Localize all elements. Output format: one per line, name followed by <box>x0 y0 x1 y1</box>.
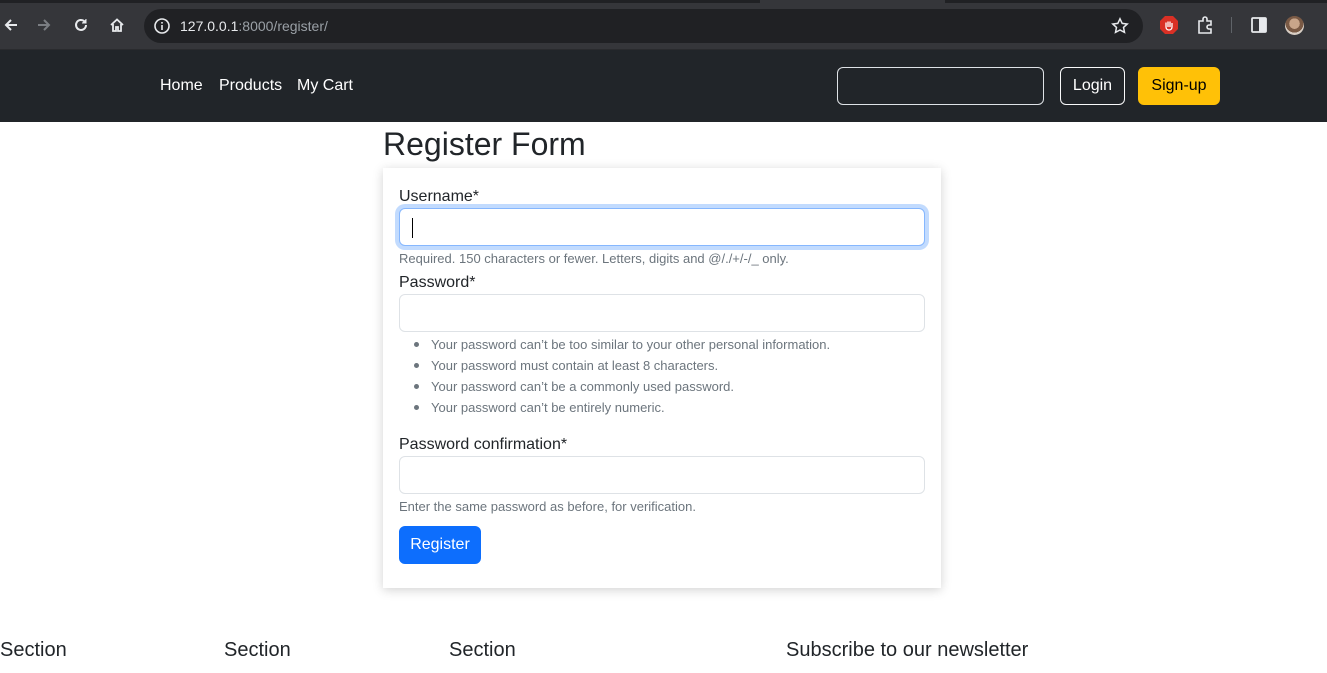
page-title: Register Form <box>383 126 586 162</box>
password-confirmation-input[interactable] <box>399 456 925 494</box>
side-panel-icon[interactable] <box>1249 15 1269 35</box>
site-navbar: Home Products My Cart Login Sign-up <box>0 50 1327 122</box>
site-info-icon[interactable] <box>153 17 171 35</box>
tab-strip-edge <box>945 0 1327 3</box>
browser-toolbar: 127.0.0.1:8000/register/ <box>0 0 1327 50</box>
home-icon[interactable] <box>106 14 128 36</box>
password-input[interactable] <box>399 294 925 332</box>
bookmark-star-icon[interactable] <box>1111 17 1129 35</box>
password-rule: Your password must contain at least 8 ch… <box>413 355 830 376</box>
password-confirmation-label: Password confirmation* <box>399 436 568 453</box>
toolbar-divider <box>1231 17 1232 33</box>
username-input[interactable] <box>399 208 925 246</box>
extensions-puzzle-icon[interactable] <box>1196 15 1216 35</box>
footer-section-heading: Section <box>0 639 67 661</box>
forward-icon[interactable] <box>33 14 55 36</box>
login-button[interactable]: Login <box>1060 67 1125 105</box>
password-rule: Your password can’t be a commonly used p… <box>413 376 830 397</box>
nav-link-home[interactable]: Home <box>160 77 203 95</box>
url-path: :8000/register/ <box>238 18 328 34</box>
password-confirmation-help-text: Enter the same password as before, for v… <box>399 499 696 514</box>
text-caret <box>412 218 413 238</box>
url-text[interactable]: 127.0.0.1:8000/register/ <box>180 18 328 34</box>
nav-link-my-cart[interactable]: My Cart <box>297 77 353 95</box>
register-form-card: Username* Required. 150 characters or fe… <box>383 168 941 588</box>
stop-extension-icon[interactable] <box>1159 15 1179 35</box>
password-rules-list: Your password can’t be too similar to yo… <box>413 334 830 418</box>
newsletter-heading: Subscribe to our newsletter <box>786 639 1029 661</box>
reload-icon[interactable] <box>70 14 92 36</box>
footer-section-heading: Section <box>224 639 291 661</box>
register-button[interactable]: Register <box>399 526 481 564</box>
profile-avatar[interactable] <box>1285 16 1304 35</box>
password-rule: Your password can’t be too similar to yo… <box>413 334 830 355</box>
tab-strip-edge <box>0 0 760 3</box>
username-label: Username* <box>399 188 480 205</box>
address-bar[interactable]: 127.0.0.1:8000/register/ <box>144 9 1143 43</box>
back-icon[interactable] <box>0 14 22 36</box>
username-help-text: Required. 150 characters or fewer. Lette… <box>399 251 789 266</box>
navbar-search-input[interactable] <box>837 67 1044 105</box>
url-host: 127.0.0.1 <box>180 18 239 34</box>
password-label: Password* <box>399 274 476 291</box>
nav-link-products[interactable]: Products <box>219 77 282 95</box>
password-rule: Your password can’t be entirely numeric. <box>413 397 830 418</box>
footer-section-heading: Section <box>449 639 516 661</box>
signup-button[interactable]: Sign-up <box>1138 67 1220 105</box>
